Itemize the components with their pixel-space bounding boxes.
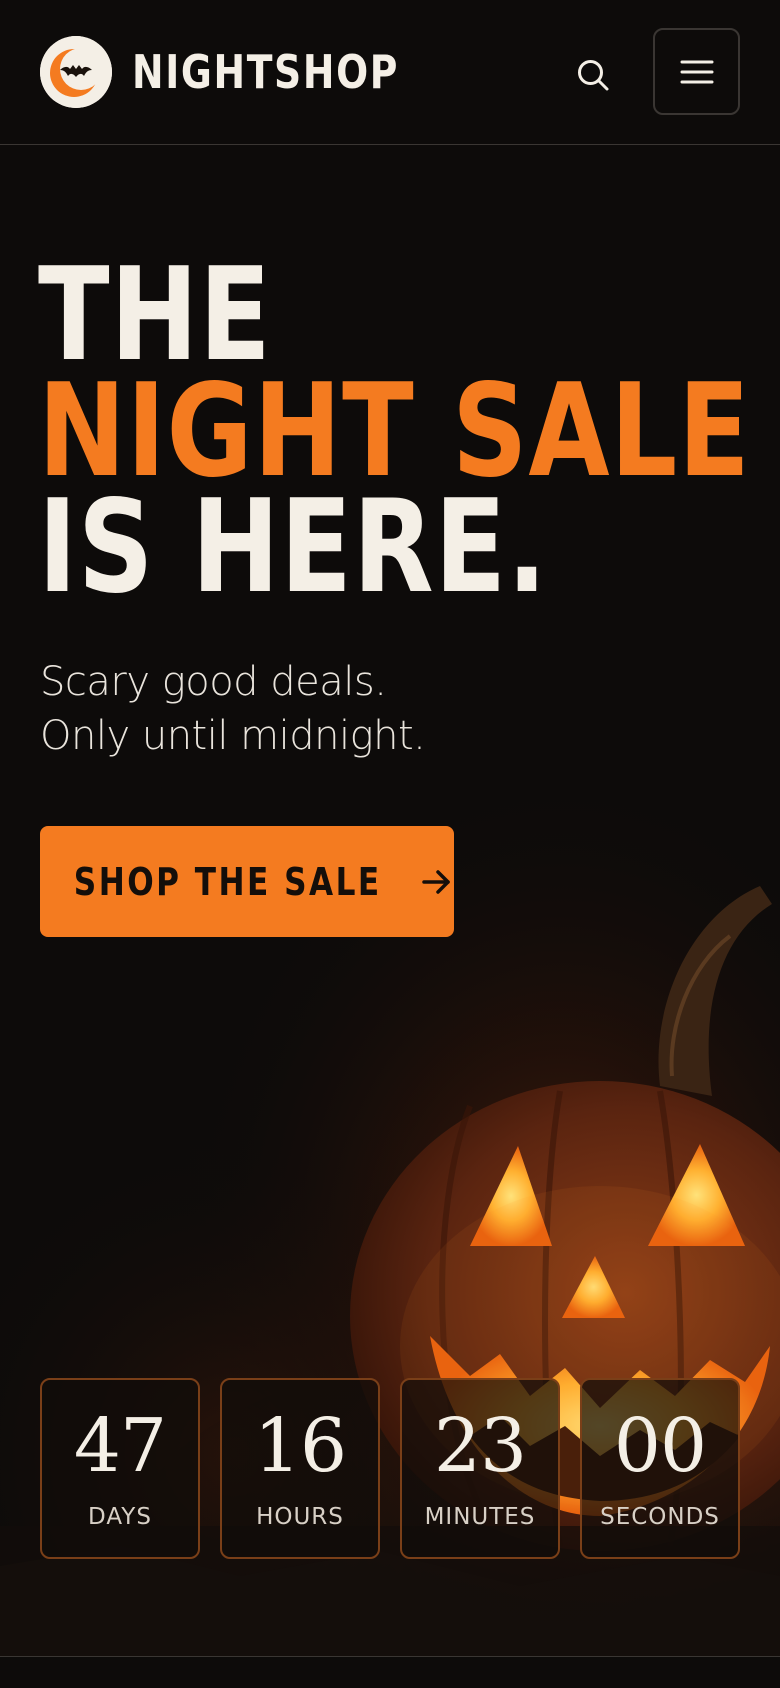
- countdown-label: MINUTES: [424, 1504, 536, 1530]
- countdown-value: 00: [613, 1403, 707, 1489]
- subtitle-line-1: Scary good deals.: [40, 659, 387, 705]
- footer-strip: [0, 1657, 780, 1688]
- hamburger-menu-icon: [680, 60, 713, 83]
- subtitle-line-2: Only until midnight.: [40, 713, 426, 759]
- countdown-label: HOURS: [256, 1504, 344, 1530]
- countdown-minutes: 23 MINUTES: [400, 1378, 560, 1559]
- countdown-days: 47 DAYS: [40, 1378, 200, 1559]
- countdown-value: 47: [73, 1403, 167, 1489]
- hero-subtitle: Scary good deals. Only until midnight.: [40, 655, 426, 763]
- countdown-label: DAYS: [88, 1504, 152, 1530]
- countdown-seconds: 00 SECONDS: [580, 1378, 740, 1559]
- shop-the-sale-button[interactable]: SHOP THE SALE: [40, 826, 454, 937]
- search-button[interactable]: [568, 50, 618, 100]
- countdown-timer: 47 DAYS 16 HOURS 23 MINUTES 00 SECONDS: [40, 1378, 740, 1559]
- site-header: NIGHTSHOP: [0, 0, 780, 145]
- countdown-value: 16: [253, 1403, 347, 1489]
- arrow-right-icon: [420, 868, 454, 896]
- countdown-hours: 16 HOURS: [220, 1378, 380, 1559]
- menu-button[interactable]: [653, 28, 740, 115]
- hero-headline: THE NIGHT SALE IS HERE.: [38, 252, 751, 622]
- brand-name[interactable]: NIGHTSHOP: [132, 40, 399, 104]
- countdown-value: 23: [433, 1403, 527, 1489]
- search-icon: [578, 60, 609, 91]
- cta-label: SHOP THE SALE: [74, 859, 382, 904]
- moon-bat-logo-icon[interactable]: [40, 36, 112, 108]
- headline-line-3: IS HERE.: [38, 473, 548, 622]
- countdown-label: SECONDS: [600, 1504, 720, 1530]
